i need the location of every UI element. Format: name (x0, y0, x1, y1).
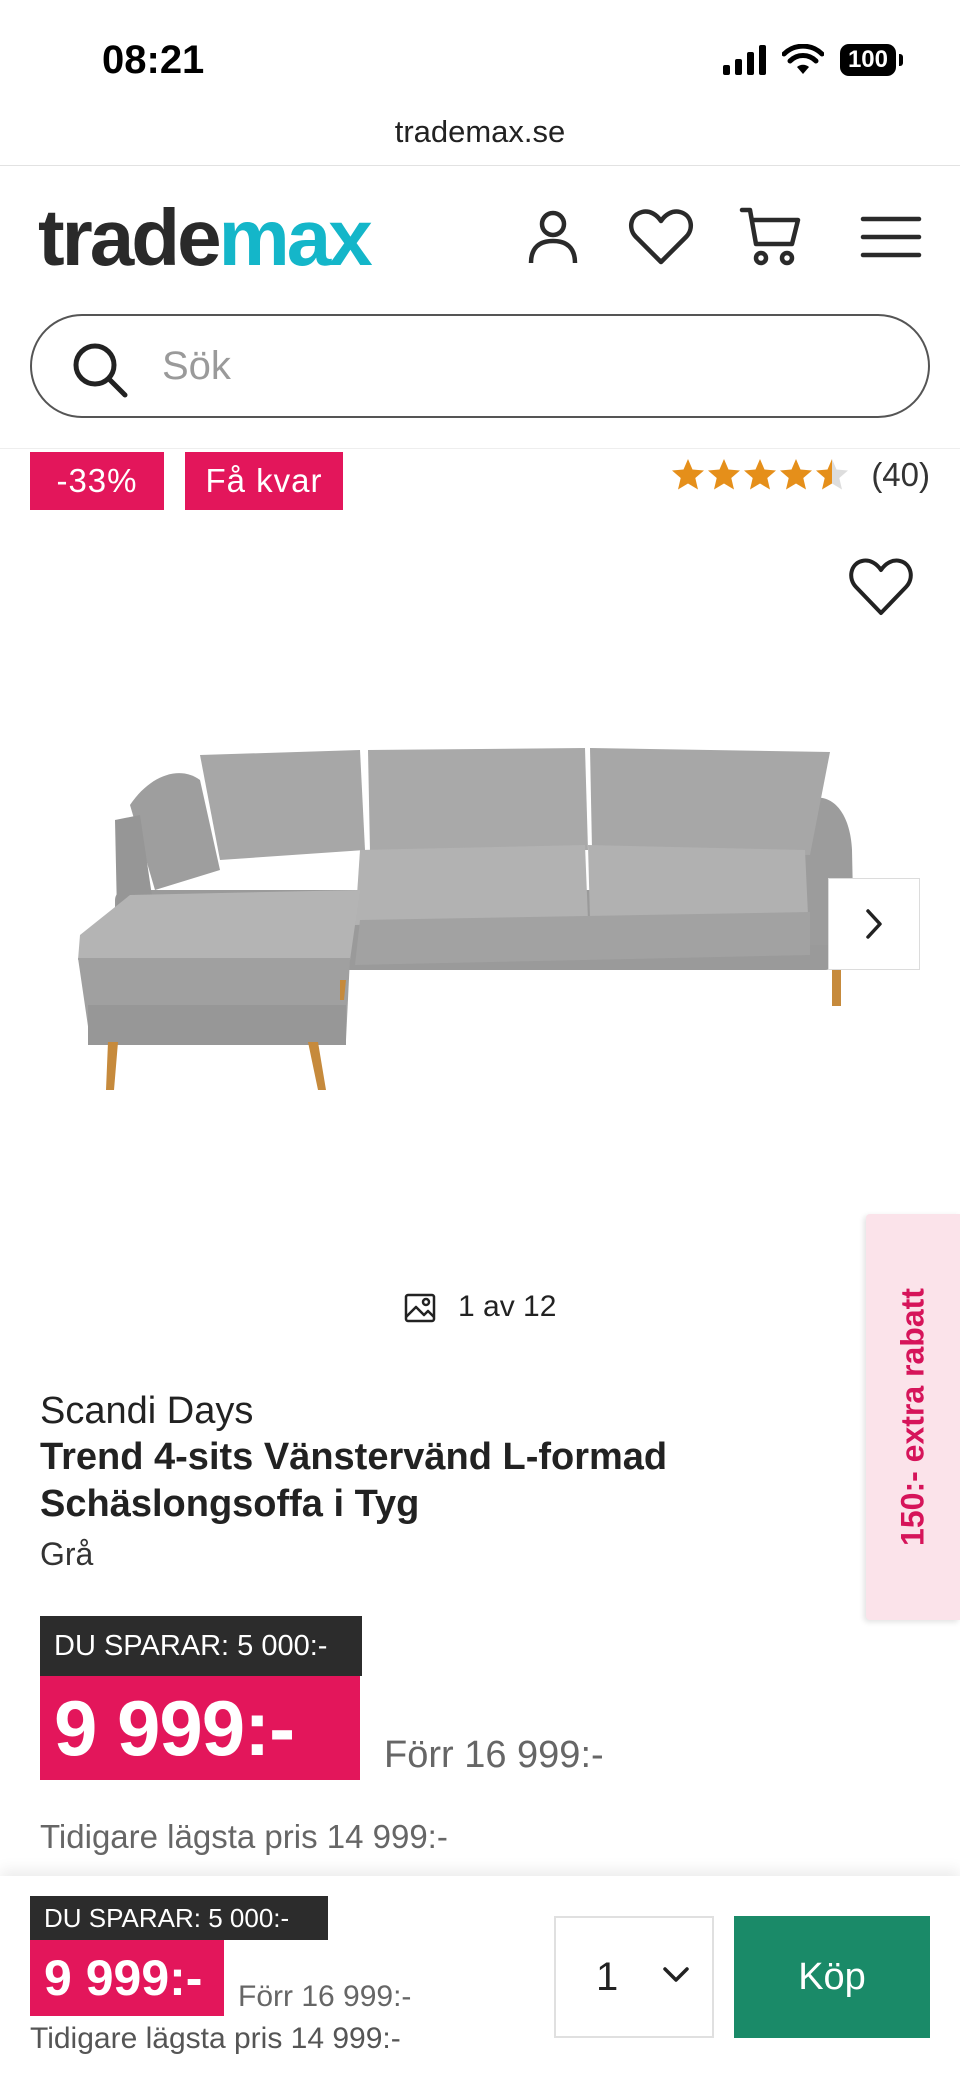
wishlist-heart-icon[interactable] (848, 556, 914, 618)
user-icon[interactable] (520, 204, 586, 270)
sticky-buy-bar: DU SPARAR: 5 000:- 9 999:- Förr 16 999:-… (0, 1876, 960, 2078)
chevron-right-icon (866, 909, 882, 939)
logo-text-max: max (218, 193, 373, 282)
signal-icon (722, 45, 766, 75)
wifi-icon (781, 44, 824, 74)
extra-discount-tab[interactable]: 150:- extra rabatt (866, 1214, 960, 1620)
low-stock-badge: Få kvar (185, 452, 343, 510)
product-color: Grå (40, 1536, 94, 1572)
product-brand[interactable]: Scandi Days (40, 1390, 253, 1433)
status-icons: 100 (722, 44, 904, 76)
previous-price: Förr 16 999:- (384, 1734, 604, 1776)
status-time: 08:21 (102, 38, 205, 82)
product-rating[interactable]: (40) (671, 456, 930, 494)
battery-icon: 100 (839, 44, 904, 76)
heart-icon[interactable] (628, 204, 694, 270)
quantity-select[interactable]: 1 (554, 1916, 714, 2038)
search-bar[interactable] (30, 314, 930, 418)
site-header: trademax (0, 166, 960, 306)
sticky-current-price: 9 999:- (30, 1940, 224, 2016)
logo-text-trade: trade (38, 193, 222, 282)
image-counter: 1 av 12 (404, 1290, 556, 1324)
buy-button[interactable]: Köp (734, 1916, 930, 2038)
status-bar: 08:21 100 (0, 0, 960, 110)
header-divider (0, 448, 960, 449)
sticky-lowest-previous-price: Tidigare lägsta pris 14 999:- (30, 2022, 401, 2055)
quantity-value: 1 (596, 1954, 619, 1999)
current-price: 9 999:- (40, 1676, 360, 1780)
cart-icon[interactable] (738, 204, 804, 270)
star-rating-icon (672, 459, 849, 490)
search-icon (73, 343, 128, 398)
product-image-sofa[interactable] (70, 720, 890, 1120)
sticky-previous-price: Förr 16 999:- (238, 1980, 412, 2013)
menu-icon[interactable] (858, 204, 924, 270)
search-input[interactable] (162, 336, 862, 396)
image-counter-text: 1 av 12 (458, 1290, 557, 1323)
trademax-logo[interactable]: trademax (38, 198, 373, 278)
review-count: (40) (871, 456, 930, 493)
carousel-next-button[interactable] (828, 878, 920, 970)
savings-tag: DU SPARAR: 5 000:- (40, 1616, 362, 1676)
image-icon (404, 1293, 436, 1323)
discount-badge: -33% (30, 452, 164, 510)
sticky-savings-tag: DU SPARAR: 5 000:- (30, 1896, 328, 1940)
chevron-down-icon (663, 1967, 689, 1982)
extra-discount-label: 150:- extra rabatt (894, 1288, 931, 1546)
url-bar[interactable]: trademax.se (0, 110, 960, 166)
lowest-previous-price: Tidigare lägsta pris 14 999:- (40, 1818, 448, 1855)
product-title: Trend 4-sits Vänstervänd L-formad Schäsl… (40, 1436, 668, 1525)
